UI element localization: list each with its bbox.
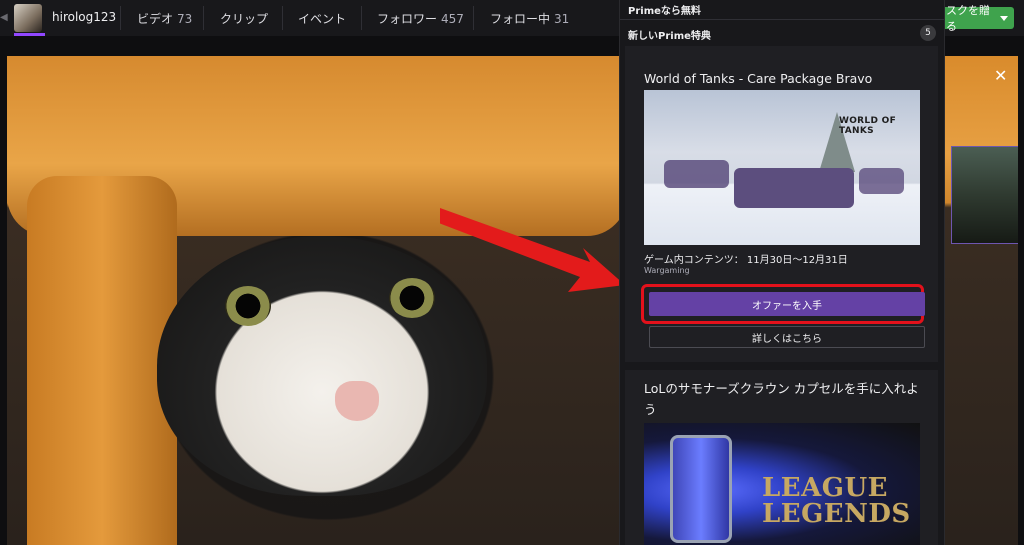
offer-card: LoLのサモナーズクラウン カプセルを手に入れよう LEAGUE LEGENDS [625,370,938,545]
tab-clips[interactable]: クリップ [220,10,268,27]
game-logo: WORLD OF TANKS [839,116,897,136]
tab-videos[interactable]: ビデオ 73 [137,10,192,27]
chevron-down-icon[interactable] [1000,15,1008,21]
get-offer-button[interactable]: オファーを入手 [649,292,925,316]
cat-eye [389,278,435,318]
cat-eye [225,286,271,326]
tab-events[interactable]: イベント [298,10,346,27]
stool-leg [27,176,177,545]
offer-image: LEAGUE LEGENDS [644,423,920,545]
learn-more-button[interactable]: 詳しくはこちら [649,326,925,348]
divider [361,6,362,30]
tank-graphic [664,160,729,188]
offer-count-badge: 5 [920,25,936,41]
tab-count: 31 [554,12,570,26]
prime-header: Primeなら無料 [628,6,701,17]
tab-followers[interactable]: フォロワー 457 [377,10,464,27]
gift-sub-label: スクを贈る [946,4,990,33]
tab-label: フォロワー [377,12,438,26]
section-title: 新しいPrime特典 [628,31,711,42]
tank-graphic [859,168,904,194]
offer-publisher: Wargaming [644,266,690,275]
capsule-graphic [670,435,732,543]
active-tab-indicator [14,33,45,36]
offer-title: LoLのサモナーズクラウン カプセルを手に入れよう [644,381,919,417]
tab-label: フォロー中 [490,12,551,26]
game-logo: LEAGUE LEGENDS [762,473,911,529]
tab-count: 457 [441,12,464,26]
tab-following[interactable]: フォロー中 31 [490,10,569,27]
tab-label: ビデオ [137,12,174,26]
divider [203,6,204,30]
avatar[interactable] [14,4,42,32]
offer-availability: ゲーム内コンテンツ： 11月30日〜12月31日 [644,255,848,266]
tank-graphic [734,168,854,208]
video-thumbnail[interactable] [951,146,1018,244]
divider [620,19,944,20]
close-icon[interactable]: ✕ [994,66,1007,85]
cat-nose [335,381,379,421]
annotation-arrow [440,208,625,292]
prime-loot-dropdown: Primeなら無料 新しいPrime特典 5 World of Tanks - … [619,0,945,545]
offer-title: World of Tanks - Care Package Bravo [644,71,873,86]
divider [120,6,121,30]
divider [473,6,474,30]
channel-username[interactable]: hirolog123 [52,10,116,24]
gift-sub-button[interactable]: スクを贈る [942,4,1014,33]
offer-image: WORLD OF TANKS [644,90,920,245]
offer-card: World of Tanks - Care Package Bravo WORL… [625,46,938,362]
tab-label: クリップ [220,12,269,26]
tab-label: イベント [298,12,347,26]
tab-count: 73 [177,12,193,26]
divider [282,6,283,30]
cat-face [157,236,487,496]
scroll-left-icon[interactable]: ◀ [0,12,8,24]
